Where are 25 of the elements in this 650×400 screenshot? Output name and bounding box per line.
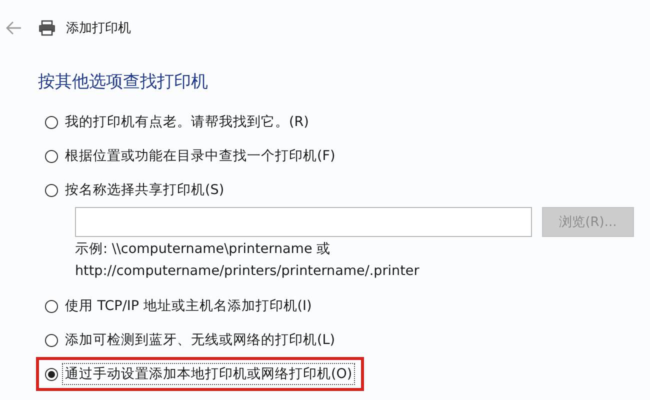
highlighted-option[interactable]: 通过手动设置添加本地打印机或网络打印机(O) (36, 357, 364, 391)
back-arrow-icon[interactable] (6, 21, 22, 35)
radio-option[interactable]: 添加可检测到蓝牙、无线或网络的打印机(L) (36, 323, 348, 357)
radio-button[interactable] (45, 184, 58, 196)
radio-button[interactable] (45, 300, 58, 312)
radio-option[interactable]: 使用 TCP/IP 地址或主机名添加打印机(I) (36, 289, 324, 323)
radio-option[interactable]: 按名称选择共享打印机(S) (36, 173, 236, 207)
window-title: 添加打印机 (66, 20, 131, 37)
option-label: 通过手动设置添加本地打印机或网络打印机(O) (62, 363, 356, 385)
option-label: 根据位置或功能在目录中查找一个打印机(F) (64, 147, 336, 166)
option-label: 添加可检测到蓝牙、无线或网络的打印机(L) (64, 331, 336, 350)
example-text: http://computername/printers/printername/.printer (75, 262, 420, 281)
radio-button[interactable] (45, 334, 58, 346)
radio-button[interactable] (45, 368, 58, 380)
radio-button[interactable] (45, 116, 58, 128)
radio-option[interactable]: 我的打印机有点老。请帮我找到它。(R) (36, 105, 321, 139)
option-label: 按名称选择共享打印机(S) (64, 181, 226, 200)
example-text: 示例: \\computername\printername 或 (75, 240, 332, 259)
radio-button[interactable] (45, 150, 58, 162)
option-label: 我的打印机有点老。请帮我找到它。(R) (64, 113, 310, 132)
printer-name-field[interactable] (75, 207, 532, 237)
radio-option[interactable]: 根据位置或功能在目录中查找一个打印机(F) (36, 139, 348, 173)
section-heading: 按其他选项查找打印机 (38, 71, 209, 93)
printer-icon (38, 20, 56, 36)
option-label: 使用 TCP/IP 地址或主机名添加打印机(I) (64, 297, 313, 316)
